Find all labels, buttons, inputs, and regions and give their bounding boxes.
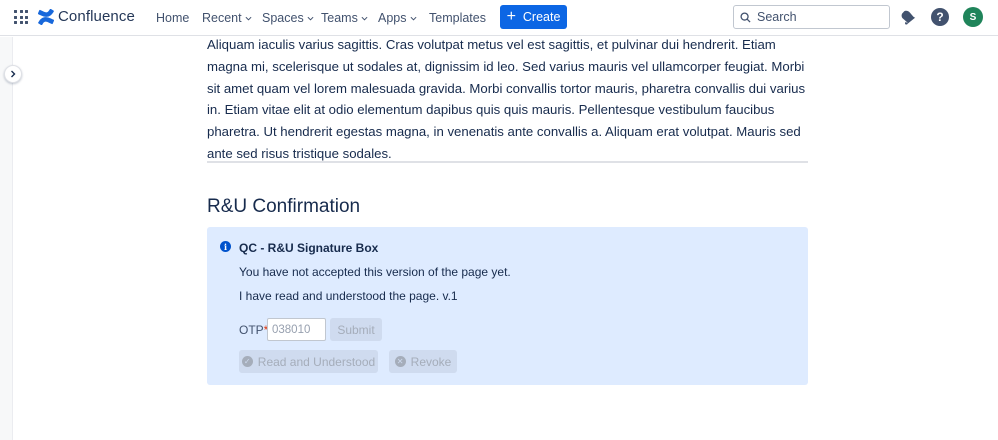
nav-teams-label: Teams [321, 11, 358, 25]
collapsed-sidebar [0, 37, 13, 440]
plus-icon: + [506, 7, 516, 25]
search-box[interactable] [733, 5, 890, 29]
nav-spaces-label: Spaces [262, 11, 304, 25]
app-switcher-icon[interactable] [14, 10, 28, 24]
acknowledgement-statement: I have read and understood the page. v.1 [239, 289, 458, 303]
nav-templates[interactable]: Templates [429, 11, 486, 25]
body-paragraph: Aliquam iaculis varius sagittis. Cras vo… [207, 37, 806, 161]
nav-apps-label: Apps [378, 11, 407, 25]
read-and-understood-label: Read and Understood [257, 354, 376, 369]
signature-info-panel: i QC - R&U Signature Box You have not ac… [207, 227, 808, 385]
nav-teams[interactable]: Teams [321, 11, 368, 25]
chevron-right-icon [11, 70, 16, 78]
revoke-label: Revoke [410, 354, 452, 369]
confluence-logo-icon [38, 8, 54, 25]
notifications-icon[interactable] [899, 8, 917, 26]
chevron-down-icon [361, 16, 368, 21]
nav-recent-label: Recent [202, 11, 242, 25]
read-and-understood-button[interactable]: ✓ Read and Understood [239, 350, 378, 373]
search-icon [740, 11, 751, 23]
nav-home-label: Home [156, 11, 190, 25]
help-glyph: ? [936, 10, 944, 24]
otp-label-text: OTP [239, 323, 264, 337]
nav-templates-label: Templates [429, 11, 486, 25]
logo-text: Confluence [58, 8, 135, 25]
nav-recent[interactable]: Recent [202, 11, 252, 25]
horizontal-rule [207, 161, 808, 163]
panel-title: QC - R&U Signature Box [239, 241, 379, 255]
page-content: Aliquam iaculis varius sagittis. Cras vo… [207, 36, 808, 385]
cross-circle-icon: ✕ [394, 356, 406, 367]
revoke-button[interactable]: ✕ Revoke [389, 350, 457, 373]
nav-home[interactable]: Home [156, 11, 189, 25]
nav-apps[interactable]: Apps [378, 11, 417, 25]
create-button[interactable]: + Create [500, 5, 567, 29]
avatar[interactable]: S [963, 7, 983, 27]
otp-input[interactable] [267, 318, 326, 341]
chevron-down-icon [245, 16, 252, 21]
chevron-down-icon [410, 16, 416, 21]
otp-label: OTP* [239, 323, 268, 337]
help-icon[interactable]: ? [931, 8, 949, 26]
search-input[interactable] [757, 10, 882, 24]
submit-button[interactable]: Submit [330, 318, 382, 341]
acceptance-status-text: You have not accepted this version of th… [239, 265, 511, 279]
section-heading: R&U Confirmation [207, 196, 361, 217]
confluence-logo[interactable]: Confluence [38, 8, 135, 25]
info-icon: i [220, 241, 231, 252]
chevron-down-icon [307, 16, 314, 21]
top-navigation: Confluence Home Recent Spaces Teams Apps… [0, 0, 998, 36]
check-circle-icon: ✓ [241, 356, 253, 367]
submit-label: Submit [337, 322, 375, 337]
create-label: Create [522, 10, 561, 24]
expand-sidebar-button[interactable] [4, 65, 22, 83]
nav-spaces[interactable]: Spaces [262, 11, 314, 25]
avatar-initial: S [969, 11, 977, 23]
